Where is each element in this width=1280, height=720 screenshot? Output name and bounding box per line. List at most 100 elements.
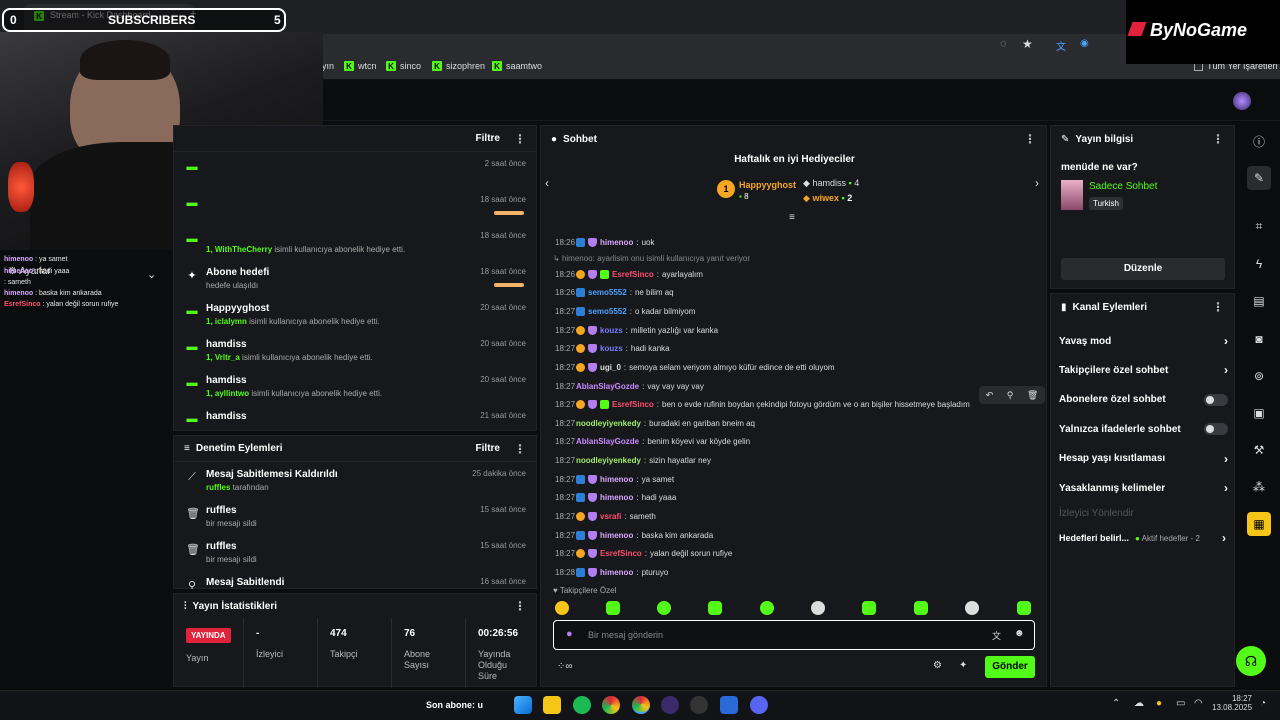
gear-icon[interactable]: ⚙ bbox=[933, 660, 942, 671]
edit-button[interactable]: Düzenle bbox=[1061, 258, 1225, 280]
chat-message[interactable]: 18:27 himenoo: baska kim ankarada bbox=[555, 527, 988, 543]
emote-icon[interactable] bbox=[657, 601, 671, 615]
chat-username[interactable]: semo5552 bbox=[588, 307, 627, 316]
chevron-down-icon[interactable]: ⌄ bbox=[147, 268, 156, 281]
chevron-left-icon[interactable]: ‹ bbox=[545, 176, 549, 190]
bookmark-item[interactable]: Ksizophren bbox=[432, 61, 485, 71]
translate-icon[interactable]: 文 bbox=[1056, 38, 1066, 53]
chat-input[interactable]: ● Bir mesaj gönderin 文 ☻ bbox=[553, 620, 1035, 650]
emote-icon[interactable] bbox=[760, 601, 774, 615]
more-icon[interactable]: ⋮ bbox=[514, 442, 526, 456]
user-avatar[interactable] bbox=[1233, 92, 1251, 110]
extension-icon[interactable]: ◉ bbox=[1080, 38, 1089, 49]
moderation-item[interactable]: 🗑 ruffles bir mesajı sildi 15 saat önce bbox=[184, 503, 528, 537]
filter-button[interactable]: Filtre bbox=[476, 133, 500, 144]
activity-item[interactable]: ▬ 18 saat önce bbox=[184, 193, 528, 227]
activity-item[interactable]: ▬ hamdiss 1, ayllintwo isimli kullanıcıya … bbox=[184, 373, 528, 407]
more-icon[interactable]: ⋮ bbox=[514, 132, 526, 146]
chat-username[interactable]: EsrefSinco bbox=[612, 400, 654, 409]
channel-action-row[interactable]: Yasaklanmış kelimeler › bbox=[1059, 477, 1228, 499]
pin-icon[interactable]: ⚲ bbox=[1007, 390, 1014, 401]
gifter-row[interactable]: ◆ hamdiss ▪ 4 bbox=[803, 178, 859, 189]
discord-icon[interactable] bbox=[750, 696, 768, 714]
wifi-icon[interactable]: ◠ bbox=[1194, 698, 1203, 709]
mic-icon[interactable]: ● bbox=[1156, 698, 1162, 709]
broadcast-icon[interactable]: ⊚ bbox=[1247, 364, 1271, 388]
emote-icon[interactable] bbox=[555, 601, 569, 615]
goals-row[interactable]: Hedefleri belirl... ● Aktif hedefler - 2… bbox=[1059, 527, 1226, 549]
monitor-icon[interactable]: ▭ bbox=[1176, 698, 1185, 709]
lightning-icon[interactable]: ϟ bbox=[1247, 252, 1271, 276]
activity-item[interactable]: ▬ Happyyghost 1, iclalymn isimli kullanıcı… bbox=[184, 301, 528, 335]
activity-item[interactable]: ✦ Abone hedefi hedefe ulaşıldı 18 saat önce bbox=[184, 265, 528, 299]
eye-off-icon[interactable]: ◌ bbox=[1000, 38, 1007, 50]
chat-username[interactable]: AblanSlayGozde bbox=[576, 437, 639, 446]
gift-icon[interactable]: ⁂ bbox=[1247, 475, 1271, 499]
shield-icon[interactable]: ✦ bbox=[959, 660, 967, 671]
tray-chevron-icon[interactable]: ⌃ bbox=[1112, 698, 1120, 709]
chrome-icon[interactable] bbox=[602, 696, 620, 714]
reply-icon[interactable]: ↶ bbox=[986, 390, 994, 401]
trash-icon[interactable]: 🗑 bbox=[1027, 390, 1038, 401]
support-icon[interactable]: ☊ bbox=[1236, 646, 1266, 676]
chat-message[interactable]: 18:27 AblanSlayGozde: benim köyevi var köy… bbox=[555, 433, 988, 449]
chat-username[interactable]: himenoo bbox=[600, 531, 633, 540]
bookmark-item[interactable]: Kwtcn bbox=[344, 61, 377, 71]
chat-username[interactable]: vsrafi bbox=[600, 512, 621, 521]
chat-message[interactable]: 18:26 himenoo: uok bbox=[555, 234, 988, 250]
bookmark-item[interactable]: Ksaamtwo bbox=[492, 61, 542, 71]
wrench-icon[interactable]: ⚒ bbox=[1247, 438, 1271, 462]
chat-username[interactable]: AblanSlayGozde bbox=[576, 382, 639, 391]
mic-icon[interactable]: ● bbox=[566, 628, 573, 640]
activity-item[interactable]: ▬ 1, WithTheCherry isimli kullanıcıya abo… bbox=[184, 229, 528, 263]
chat-username[interactable]: noodleyiyenkedy bbox=[576, 456, 641, 465]
chat-message[interactable]: 18:26 semo5552: ne bilim aq bbox=[555, 284, 988, 300]
gift-sub-icon[interactable]: ⁘∞ bbox=[557, 661, 573, 672]
activity-item[interactable]: ▬ hamdiss 1, Vrltr_a isimli kullanıcıya ab… bbox=[184, 337, 528, 371]
chat-message[interactable]: 18:28 himenoo: pturuyo bbox=[555, 564, 988, 580]
activity-item[interactable]: ▬ 2 saat önce bbox=[184, 157, 528, 191]
channel-action-row[interactable]: Yalnızca ifadelerle sohbet bbox=[1059, 418, 1228, 440]
toggle-switch[interactable] bbox=[1204, 393, 1228, 406]
top-gifter-name[interactable]: Happyyghost bbox=[739, 180, 796, 190]
chat-username[interactable]: ugi_0 bbox=[600, 363, 621, 372]
chat-message[interactable]: 18:26 EsrefSinco: ayarlayalım bbox=[555, 266, 988, 282]
chat-message[interactable]: 18:27 ugi_0: semoya selam veriyom almıyo k… bbox=[555, 359, 988, 375]
category-name[interactable]: Sadece Sohbet bbox=[1089, 181, 1157, 192]
emote-icon[interactable] bbox=[965, 601, 979, 615]
chat-username[interactable]: himenoo bbox=[600, 475, 633, 484]
chat-message[interactable]: 18:27 kouzs: hadi kanka bbox=[555, 340, 988, 356]
more-icon[interactable]: ⋮ bbox=[514, 599, 526, 613]
chat-username[interactable]: himenoo bbox=[600, 238, 633, 247]
bookmark-item[interactable]: Ksinco bbox=[386, 61, 421, 71]
channel-action-row[interactable]: Takipçilere özel sohbet › bbox=[1059, 359, 1228, 381]
moderation-item[interactable]: 🗑 ruffles bir mesajı sildi 15 saat önce bbox=[184, 539, 528, 573]
send-button[interactable]: Gönder bbox=[985, 656, 1035, 678]
chat-message[interactable]: 18:27 noodleyiyenkedy: sizin hayatlar ney bbox=[555, 452, 988, 468]
notification-icon[interactable]: ◔ bbox=[1260, 698, 1266, 709]
chat-username[interactable]: semo5552 bbox=[588, 288, 627, 297]
activity-item[interactable]: ▬ hamdiss 21 saat önce bbox=[184, 409, 528, 431]
toggle-switch[interactable] bbox=[1204, 423, 1228, 436]
chat-message[interactable]: 18:27 himenoo: hadi yaaa bbox=[555, 489, 988, 505]
chat-message[interactable]: 18:27 noodleyiyenkedy: buradaki en gariban… bbox=[555, 415, 988, 431]
app-icon[interactable] bbox=[690, 696, 708, 714]
channel-action-row[interactable]: Abonelere özel sohbet bbox=[1059, 389, 1228, 411]
translate-icon[interactable]: 文 bbox=[992, 629, 1001, 642]
bookmark-item[interactable]: yın bbox=[322, 61, 334, 71]
moderation-item[interactable]: ⟋ Mesaj Sabitlemesi Kaldırıldı ruffles tar… bbox=[184, 467, 528, 501]
chat-username[interactable]: himenoo bbox=[600, 493, 633, 502]
chat-message[interactable]: 18:27 vsrafi: sameth bbox=[555, 508, 988, 524]
emote-icon[interactable] bbox=[708, 601, 722, 615]
channel-action-row[interactable]: Hesap yaşı kısıtlaması › bbox=[1059, 448, 1228, 470]
channel-action-row[interactable]: Yavaş mod › bbox=[1059, 330, 1228, 352]
chat-message[interactable]: 18:27 himenoo: ya samet bbox=[555, 471, 988, 487]
emote-icon[interactable] bbox=[811, 601, 825, 615]
document-icon[interactable]: ▤ bbox=[1247, 289, 1271, 313]
more-icon[interactable]: ⋮ bbox=[1212, 300, 1224, 314]
obs-icon[interactable] bbox=[661, 696, 679, 714]
chat-username[interactable]: EsrefSinco bbox=[612, 270, 654, 279]
chat-username[interactable]: noodleyiyenkedy bbox=[576, 419, 641, 428]
emote-icon[interactable] bbox=[1017, 601, 1031, 615]
clock[interactable]: 18:27 13.08.2025 bbox=[1212, 694, 1252, 712]
